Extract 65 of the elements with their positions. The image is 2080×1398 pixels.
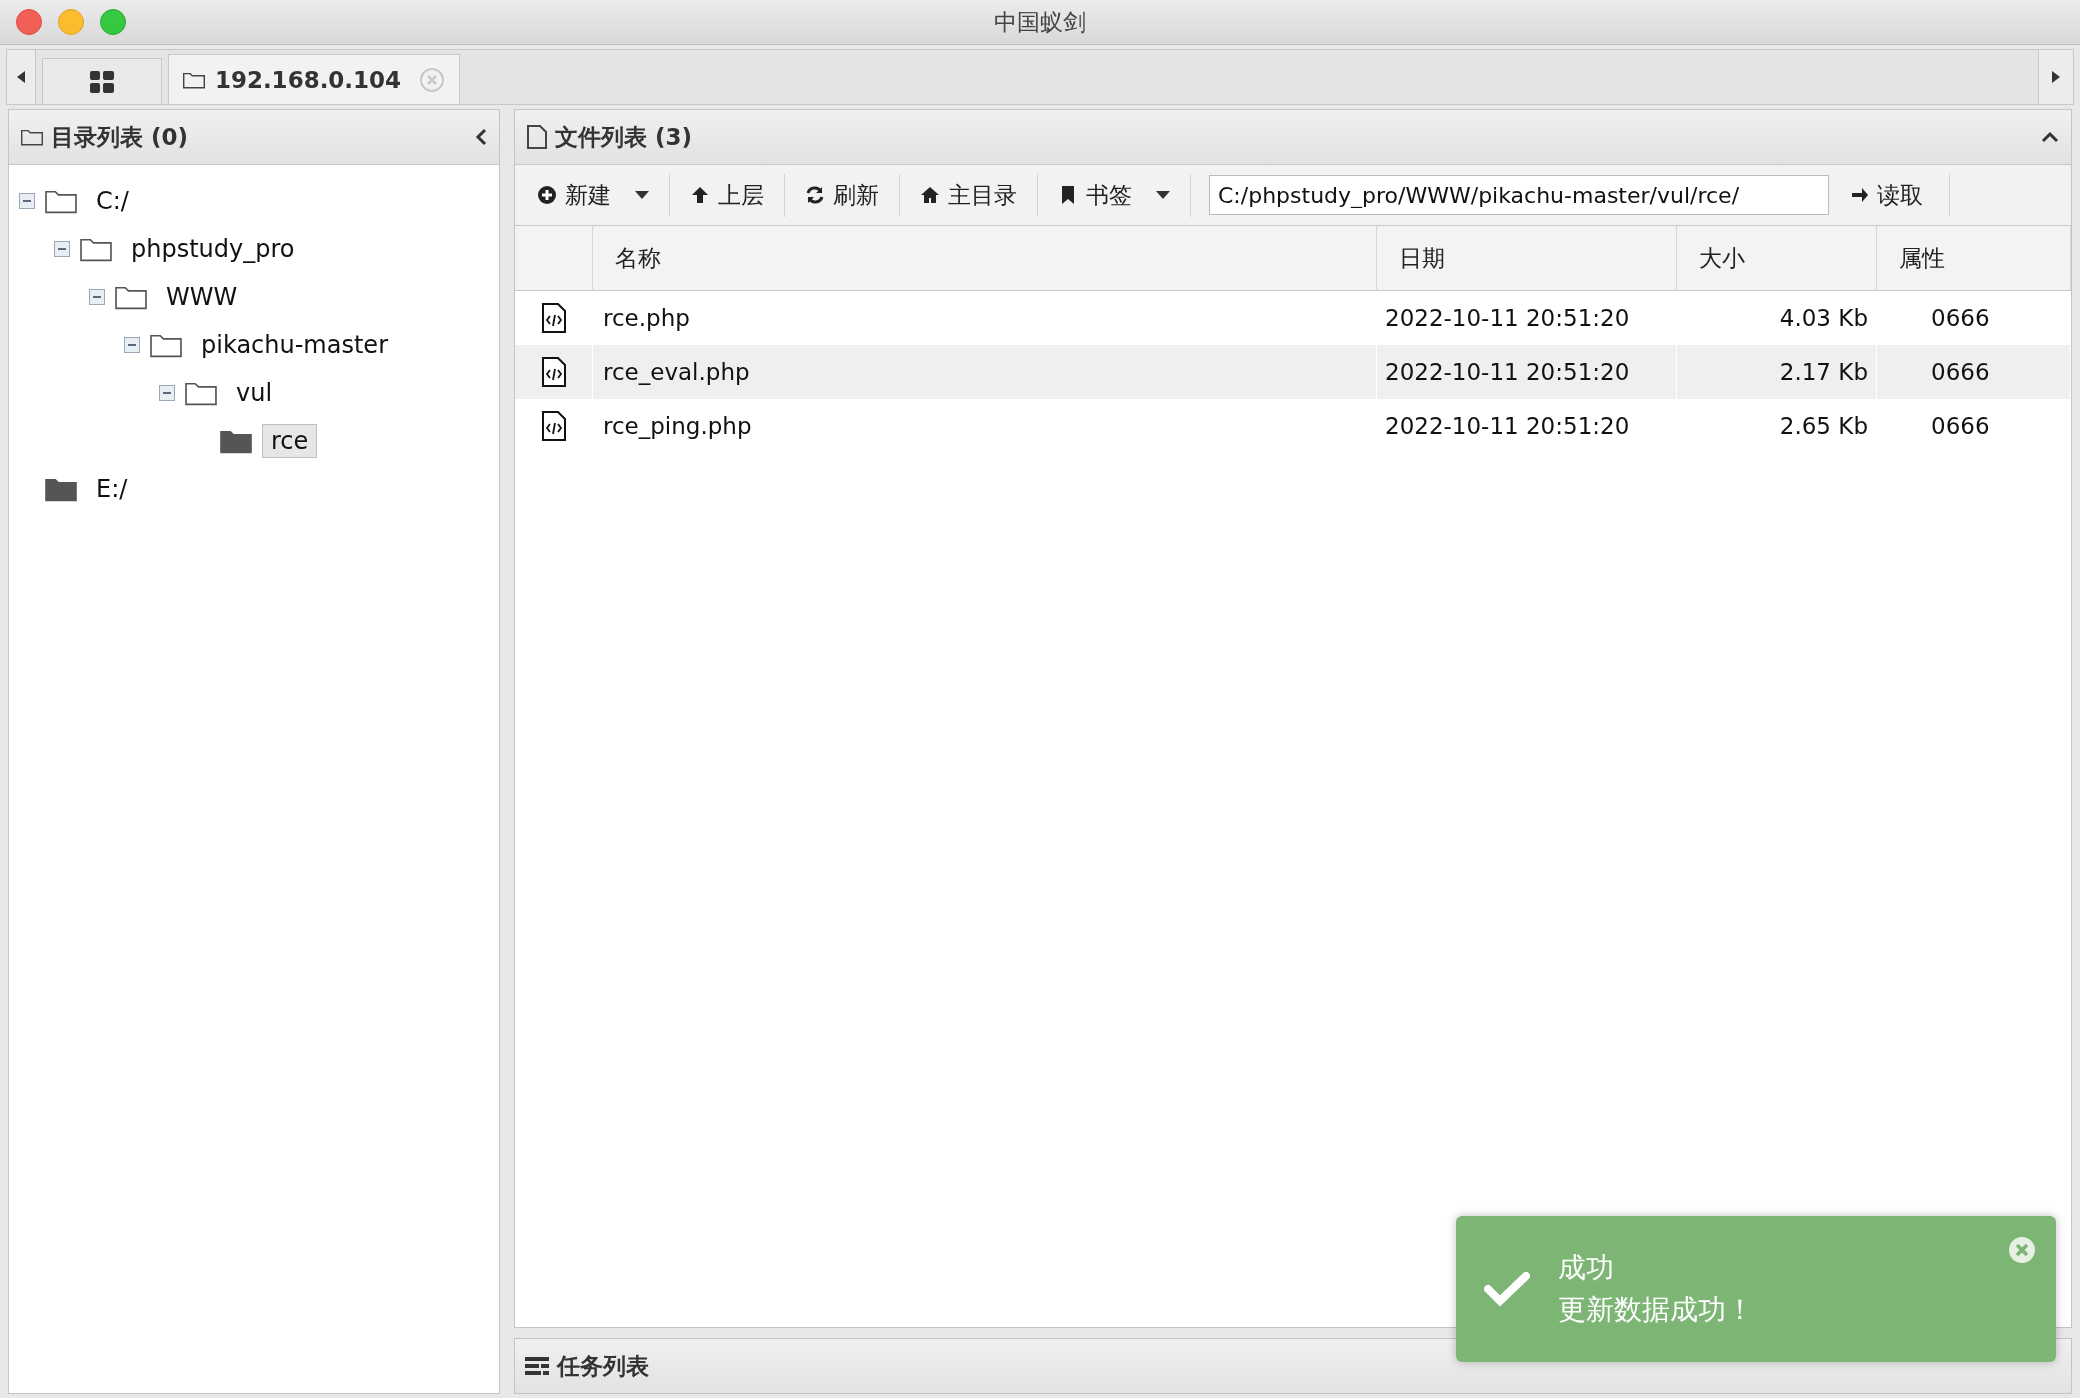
file-name-cell[interactable]: rce_eval.php <box>593 345 1377 399</box>
panel-title: 目录列表 (0) <box>51 122 190 152</box>
list-icon <box>525 1357 549 1375</box>
tree-item[interactable]: WWW <box>157 280 247 314</box>
column-header[interactable]: 日期 <box>1377 226 1677 291</box>
collapse-toggle-icon[interactable] <box>159 385 175 401</box>
collapse-icon[interactable] <box>475 128 487 146</box>
dashboard-tab[interactable] <box>42 58 162 104</box>
panel-title: 任务列表 <box>557 1351 649 1381</box>
read-button[interactable]: 读取 <box>1829 173 1950 217</box>
scroll-left-button[interactable] <box>7 50 36 104</box>
column-header[interactable]: 属性 <box>1877 226 2071 291</box>
folder-icon <box>150 332 182 358</box>
close-button[interactable] <box>16 9 42 35</box>
toolbar-button[interactable]: 上层 <box>670 173 785 217</box>
folder-icon <box>115 284 147 310</box>
check-icon <box>1484 1271 1530 1307</box>
tree-item[interactable]: C:/ <box>87 184 138 218</box>
toolbar-button[interactable]: 刷新 <box>785 173 900 217</box>
folder-icon <box>21 127 43 147</box>
panel-title: 文件列表 (3) <box>555 122 694 152</box>
folder-icon <box>185 380 217 406</box>
tree-item[interactable]: E:/ <box>87 472 137 506</box>
tree-item[interactable]: phpstudy_pro <box>122 232 304 266</box>
date-cell: 2022-10-11 20:51:20 <box>1377 399 1677 453</box>
collapse-toggle-icon[interactable] <box>124 337 140 353</box>
folder-icon <box>80 236 112 262</box>
column-header[interactable]: 名称 <box>593 226 1377 291</box>
collapse-toggle-icon[interactable] <box>19 193 35 209</box>
code-file-icon <box>541 357 566 387</box>
toolbar-button[interactable]: 主目录 <box>900 173 1038 217</box>
collapse-toggle-icon[interactable] <box>89 289 105 305</box>
window-title: 中国蚁剑 <box>994 8 1086 35</box>
caret-right-icon <box>2051 70 2061 84</box>
scroll-right-button[interactable] <box>2038 50 2073 104</box>
size-cell: 2.65 Kb <box>1677 399 1877 453</box>
grid-icon <box>90 70 114 93</box>
arrow-up-icon <box>690 185 710 205</box>
collapse-toggle-icon[interactable] <box>54 241 70 257</box>
toolbar-button[interactable]: 新建 <box>523 173 670 217</box>
plus-circle-icon <box>537 185 557 205</box>
tree-item[interactable]: rce <box>262 424 318 458</box>
collapse-icon[interactable] <box>2041 131 2059 143</box>
mode-cell: 0666 <box>1877 345 2071 399</box>
tree-item[interactable]: pikachu-master <box>192 328 397 362</box>
mode-cell: 0666 <box>1877 399 2071 453</box>
file-name-cell[interactable]: rce_ping.php <box>593 399 1377 453</box>
code-file-icon <box>541 411 566 441</box>
path-field[interactable]: C:/phpstudy_pro/WWW/pikachu-master/vul/rce/ <box>1209 175 1829 215</box>
caret-left-icon <box>16 70 26 84</box>
size-cell: 2.17 Kb <box>1677 345 1877 399</box>
refresh-icon <box>805 185 825 205</box>
document-icon <box>527 125 547 149</box>
toast-title: 成功 <box>1558 1250 1615 1286</box>
code-file-icon <box>541 303 566 333</box>
toolbar-button[interactable]: 书签 <box>1038 173 1191 217</box>
host-tab[interactable]: 192.168.0.104 <box>168 54 460 104</box>
folder-icon <box>45 188 77 214</box>
home-icon <box>920 185 940 205</box>
tree-item[interactable]: vul <box>227 376 282 410</box>
column-header[interactable]: 大小 <box>1677 226 1877 291</box>
maximize-button[interactable] <box>100 9 126 35</box>
arrow-right-icon <box>1851 186 1869 204</box>
toast-message: 更新数据成功！ <box>1558 1292 1754 1328</box>
date-cell: 2022-10-11 20:51:20 <box>1377 345 1677 399</box>
